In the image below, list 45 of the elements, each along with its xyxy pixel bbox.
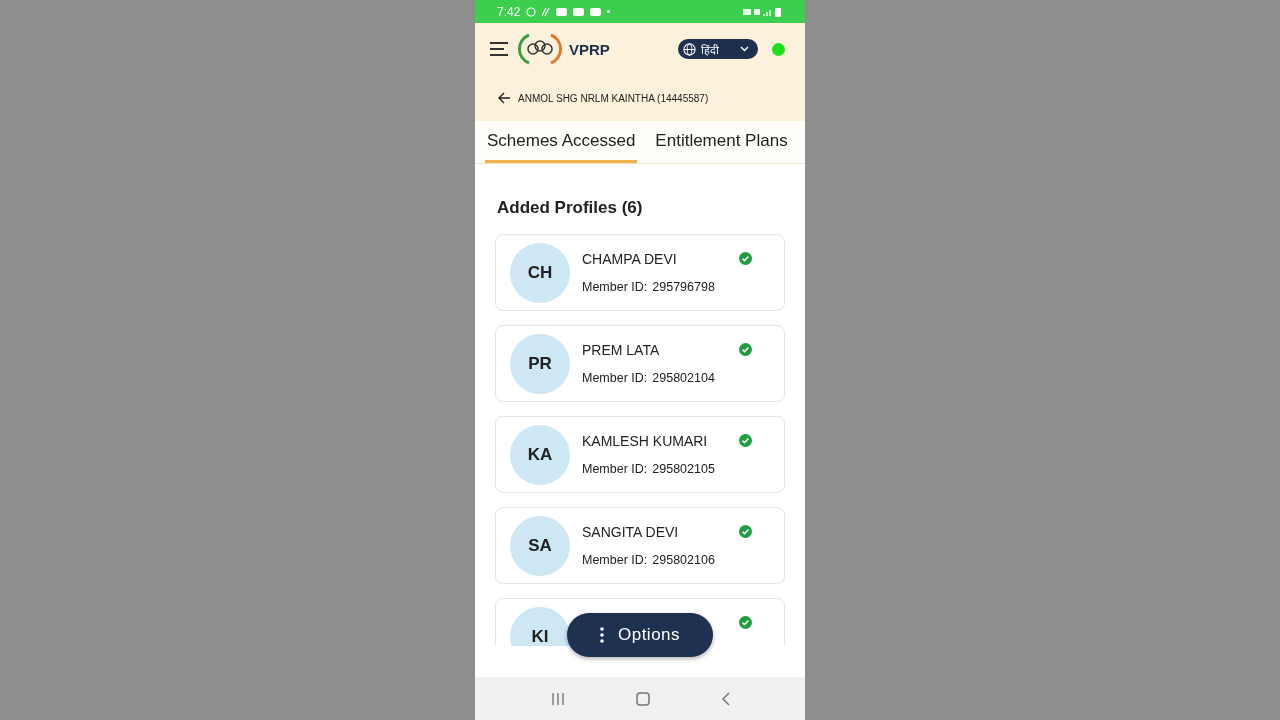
options-button[interactable]: Options <box>567 613 713 657</box>
member-id-label: Member ID: <box>582 553 648 567</box>
play-box-icon <box>590 7 602 16</box>
circle-b-icon <box>526 6 537 17</box>
profile-card[interactable]: KA KAMLESH KUMARI Member ID: 295802105 <box>495 416 785 493</box>
dot-icon <box>607 10 611 13</box>
profile-card[interactable]: SA SANGITA DEVI Member ID: 295802106 <box>495 507 785 584</box>
back-nav-icon[interactable] <box>720 691 730 706</box>
play-box-icon <box>556 7 568 16</box>
tab[interactable]: Schemes Accessed <box>485 121 638 163</box>
avatar: CH <box>510 242 570 303</box>
avatar: KA <box>510 424 570 485</box>
status-time: 7:42 <box>497 4 521 19</box>
member-id: 295802106 <box>652 553 715 567</box>
member-id: 295802105 <box>652 462 715 476</box>
tab[interactable]: Entitlement Plans <box>653 121 790 163</box>
avatar: KI <box>510 606 570 646</box>
profile-name: SANGITA DEVI <box>582 524 680 540</box>
app-name: VPRP <box>569 40 610 58</box>
play-box-icon <box>573 7 585 16</box>
group-title: ANMOL SHG NRLM KAINTHA (14445587) <box>518 92 709 104</box>
home-icon[interactable] <box>635 691 650 706</box>
profile-name: CHAMPA DEVI <box>582 251 678 267</box>
member-id: 295802104 <box>652 371 715 385</box>
back-icon[interactable] <box>498 92 511 104</box>
member-id: 295796798 <box>652 280 715 294</box>
profile-name: KAMLESH KUMARI <box>582 433 709 449</box>
recent-apps-icon[interactable] <box>550 692 565 705</box>
profile-card[interactable]: CH CHAMPA DEVI Member ID: 295796798 <box>495 234 785 311</box>
slash-icon <box>542 7 551 16</box>
caret-icon <box>740 46 749 52</box>
section-title: Added Profiles (6) <box>496 197 644 219</box>
member-id-label: Member ID: <box>582 280 648 294</box>
globe-icon <box>683 42 696 56</box>
member-id-label: Member ID: <box>582 371 648 385</box>
menu-icon[interactable] <box>489 41 509 57</box>
avatar: SA <box>510 515 570 576</box>
profile-card[interactable]: PR PREM LATA Member ID: 295802104 <box>495 325 785 402</box>
more-icon <box>599 627 604 643</box>
avatar: PR <box>510 333 570 394</box>
member-id-label: Member ID: <box>582 462 648 476</box>
language-dropdown[interactable]: हिंदी <box>678 39 758 59</box>
signal-battery-icon <box>743 6 783 17</box>
profile-name: PREM LATA <box>582 342 661 358</box>
logo-icon <box>515 33 565 65</box>
